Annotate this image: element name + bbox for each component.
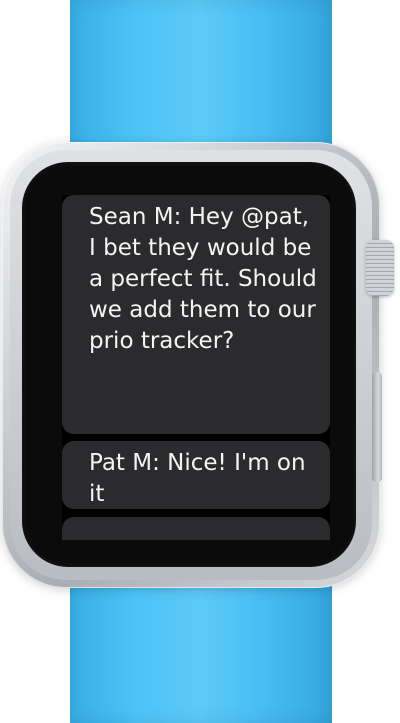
watch-screen: Sean M: Hey @pat, I bet they would be a … bbox=[62, 195, 330, 540]
message-text: Sean M: Hey @pat, I bet they would be a … bbox=[89, 204, 317, 354]
side-button[interactable] bbox=[372, 372, 382, 482]
message-text: Pat M: Nice! I'm on it bbox=[89, 450, 306, 507]
digital-crown[interactable] bbox=[366, 240, 394, 296]
message-bubble[interactable]: Sean M: Hey @pat, I bet they would be a … bbox=[62, 195, 330, 434]
watch-mockup: Sean M: Hey @pat, I bet they would be a … bbox=[0, 0, 400, 723]
message-bubble[interactable] bbox=[62, 517, 330, 540]
message-bubble[interactable]: Pat M: Nice! I'm on it bbox=[62, 441, 330, 509]
